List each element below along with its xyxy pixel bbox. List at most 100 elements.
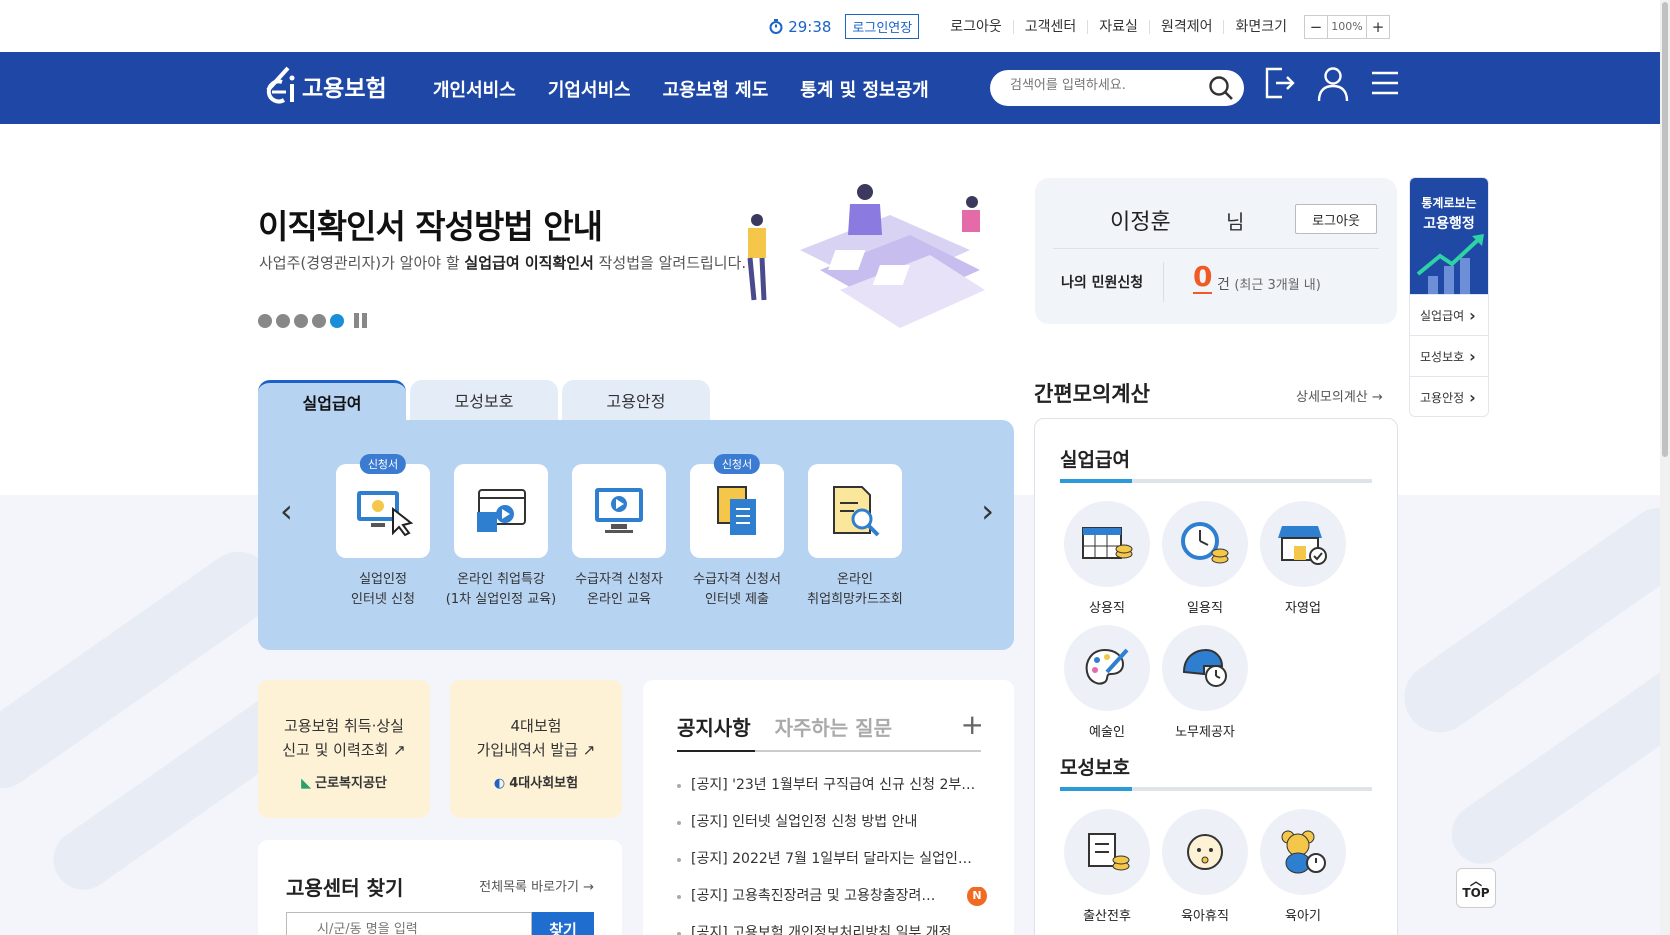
service-card[interactable] [572,464,666,558]
external-link-icon: ↗ [582,741,596,759]
center-search-input[interactable] [286,912,532,935]
hero-dot-1[interactable] [258,313,272,328]
quick-item-maternity[interactable]: 모성보호 [1410,335,1488,376]
my-requests-label: 나의 민원신청 [1061,275,1144,291]
hero-dot-2[interactable] [276,313,290,328]
calc-childcare-leave[interactable]: 육아휴직 [1161,809,1249,924]
calc-regular-worker[interactable]: 상용직 [1063,501,1151,616]
util-remote-control-link[interactable]: 원격제어 [1150,19,1225,34]
chevron-right-icon[interactable]: › [981,492,994,530]
scroll-top-button[interactable]: ︿ TOP [1456,868,1496,908]
service-card[interactable] [690,464,784,558]
user-logout-button[interactable]: 로그아웃 [1295,204,1377,234]
zoom-value: 100% [1327,15,1367,38]
main-menu: 개인서비스 기업서비스 고용보험 제도 통계 및 정보공개 [433,76,929,102]
video-window-icon [477,489,526,532]
calc-artist[interactable]: 예술인 [1063,625,1151,740]
service-online-lecture[interactable]: 온라인 취업특강 (1차 실업인정 교육) [438,464,564,610]
calc-labor-provider[interactable]: 노무제공자 [1161,625,1249,740]
global-nav: 고용보험 개인서비스 기업서비스 고용보험 제도 통계 및 정보공개 [0,52,1660,124]
link-card-4insurance[interactable]: 4대보험 가입내역서 발급 ↗ ◐ 4대사회보험 [450,680,622,818]
plus-icon[interactable]: + [961,708,984,741]
list-item[interactable]: [공지] 2022년 7월 1일부터 달라지는 실업인… [677,850,987,887]
tab-faq[interactable]: 자주하는 질문 [775,712,892,741]
menu-statistics[interactable]: 통계 및 정보공개 [800,76,928,102]
zoom-out-button[interactable]: − [1305,16,1327,38]
my-requests-count[interactable]: 0 [1193,262,1213,294]
notice-underline [677,750,981,752]
user-honorific: 님 [1226,210,1245,234]
finder-full-list-link[interactable]: 전체목록 바로가기 → [479,876,594,895]
quick-item-unemployment[interactable]: 실업급여 [1410,294,1488,335]
user-icon[interactable] [1317,66,1349,102]
util-customer-center-link[interactable]: 고객센터 [1014,19,1089,34]
document-coins-icon [1088,833,1130,871]
stopwatch-icon [769,19,783,34]
zoom-in-button[interactable]: + [1367,16,1389,38]
link-card-insurance-history[interactable]: 고용보험 취득·상실 신고 및 이력조회 ↗ ◣ 근로복지공단 [258,680,430,818]
list-item[interactable]: [공지] 인터넷 실업인정 신청 방법 안내 [677,813,987,850]
page-scrollbar[interactable] [1660,0,1670,935]
search-box [990,70,1244,106]
logo-text: 고용보험 [302,76,387,102]
hero-dot-3[interactable] [294,313,308,328]
service-card[interactable] [454,464,548,558]
list-item[interactable]: [공지] '23년 1월부터 구직급여 신규 신청 2부… [677,776,987,813]
my-requests-unit: 건 (최근 3개월 내) [1217,277,1321,293]
service-label: 수급자격 신청서 인터넷 제출 [693,572,781,607]
list-item[interactable]: [공지] 고용보험 개인정보처리방침 일부 개정 [677,924,987,935]
calc-section-title: 실업급여 [1060,449,1130,471]
hero-dot-5[interactable] [330,313,344,328]
quick-item-employment-stability[interactable]: 고용안정 [1410,376,1488,416]
session-timer: 29:38 [769,18,831,36]
login-extend-button[interactable]: 로그인연장 [845,14,920,39]
menu-personal-service[interactable]: 개인서비스 [433,76,516,102]
documents-icon [717,486,756,535]
site-logo[interactable]: 고용보험 [258,64,387,108]
stats-banner[interactable]: 통계로보는 고용행정 [1410,178,1488,294]
service-hope-card[interactable]: 온라인 취업희망카드조회 [792,464,918,610]
service-badge: 신청서 [713,454,761,474]
tab-maternity[interactable]: 모성보호 [410,380,558,420]
hero-illustration [747,184,985,328]
service-label: 온라인 취업특강 (1차 실업인정 교육) [445,572,557,607]
scrollbar-thumb[interactable] [1662,2,1668,457]
clock-coins-icon [1181,522,1229,564]
palette-icon [1085,648,1129,685]
hero-title[interactable]: 이직확인서 작성방법 안내 [258,200,603,248]
tab-notice[interactable]: 공지사항 [677,712,751,741]
calc-self-employed[interactable]: 자영업 [1259,501,1347,616]
search-icon[interactable] [1208,75,1234,101]
notice-box: 공지사항 자주하는 질문 + [공지] '23년 1월부터 구직급여 신규 신청… [643,680,1014,935]
pause-icon[interactable] [354,313,367,328]
new-badge: N [967,887,987,906]
calc-section-underline [1060,479,1372,483]
chevron-left-icon[interactable]: ‹ [280,492,293,530]
ei-logo-icon [266,66,295,104]
calc-childcare-period[interactable]: 육아기 [1259,809,1347,924]
document-search-icon [833,486,880,537]
growth-chart-icon [1416,234,1484,294]
service-card[interactable] [808,464,902,558]
service-card[interactable] [336,464,430,558]
menu-insurance-system[interactable]: 고용보험 제도 [663,76,769,102]
calc-daily-worker[interactable]: 일용직 [1161,501,1249,616]
search-input[interactable] [1010,78,1200,93]
tab-employment-stability[interactable]: 고용안정 [562,380,710,420]
menu-business-service[interactable]: 기업서비스 [548,76,631,102]
center-search-button[interactable]: 찾기 [532,912,594,935]
hamburger-menu-icon[interactable] [1372,70,1398,96]
calc-detail-link[interactable]: 상세모의계산 → [1296,386,1383,405]
calc-maternity-leave[interactable]: 출산전후 [1063,809,1151,924]
calc-box: 실업급여 상용직 일용직 자영업 예술인 노무제공자 모성보호 출산전후 육아휴… [1034,418,1398,935]
util-logout-link[interactable]: 로그아웃 [939,19,1014,34]
user-name: 이정훈 [1110,210,1171,235]
service-online-submit[interactable]: 신청서 수급자격 신청서 인터넷 제출 [674,454,800,610]
service-online-education[interactable]: 수급자격 신청자 온라인 교육 [556,464,682,610]
hero-dot-4[interactable] [312,313,326,328]
logout-icon[interactable] [1264,66,1296,100]
tab-unemployment[interactable]: 실업급여 [258,380,406,420]
service-online-claim[interactable]: 신청서 실업인정 인터넷 신청 [320,454,446,610]
util-archive-link[interactable]: 자료실 [1088,19,1150,34]
list-item[interactable]: [공지] 고용촉진장려금 및 고용창출장려… N [677,887,987,924]
